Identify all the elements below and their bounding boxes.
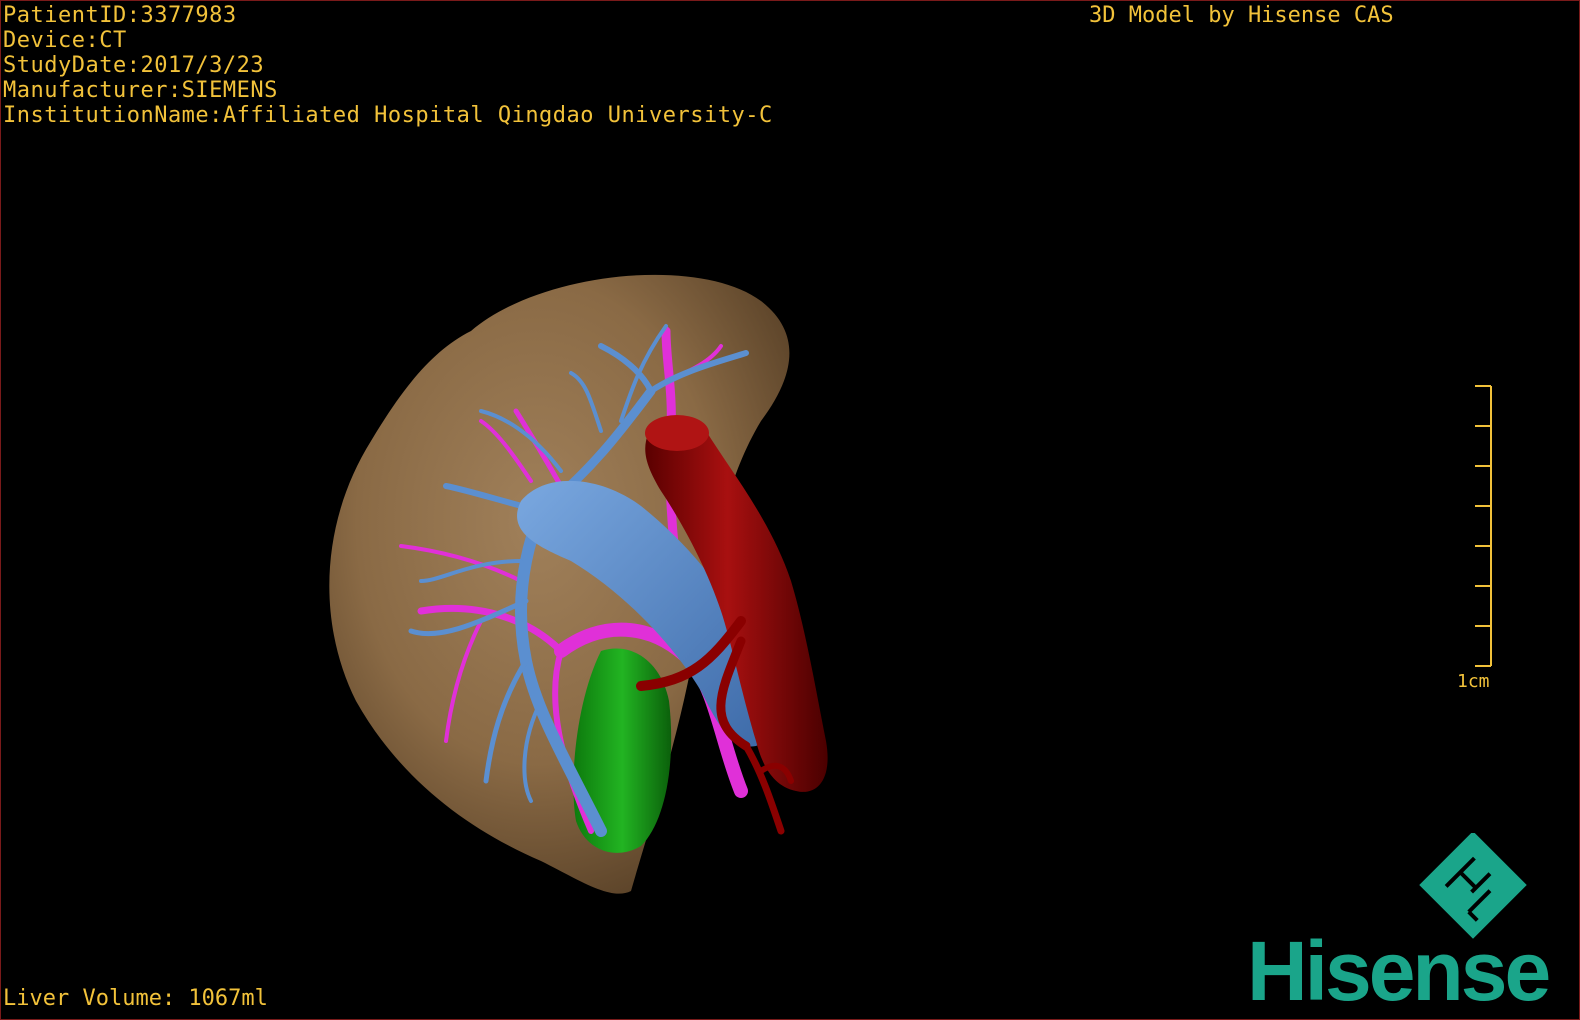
institution-name: InstitutionName:Affiliated Hospital Qing… [3,103,773,128]
scale-bar [1475,385,1492,667]
manufacturer: Manufacturer:SIEMENS [3,78,278,103]
3d-viewport[interactable]: PatientID:3377983 Device:CT StudyDate:20… [0,0,1580,1020]
scale-bar-label: 1cm [1457,671,1490,692]
model-title: 3D Model by Hisense CAS [1089,3,1394,28]
liver-volume: Liver Volume: 1067ml [3,986,268,1011]
device: Device:CT [3,28,127,53]
patient-id: PatientID:3377983 [3,3,237,28]
patient-info-overlay: PatientID:3377983 Device:CT StudyDate:20… [3,3,773,128]
study-date: StudyDate:2017/3/23 [3,53,265,78]
hisense-brand-name: Hisense [1247,924,1551,1018]
